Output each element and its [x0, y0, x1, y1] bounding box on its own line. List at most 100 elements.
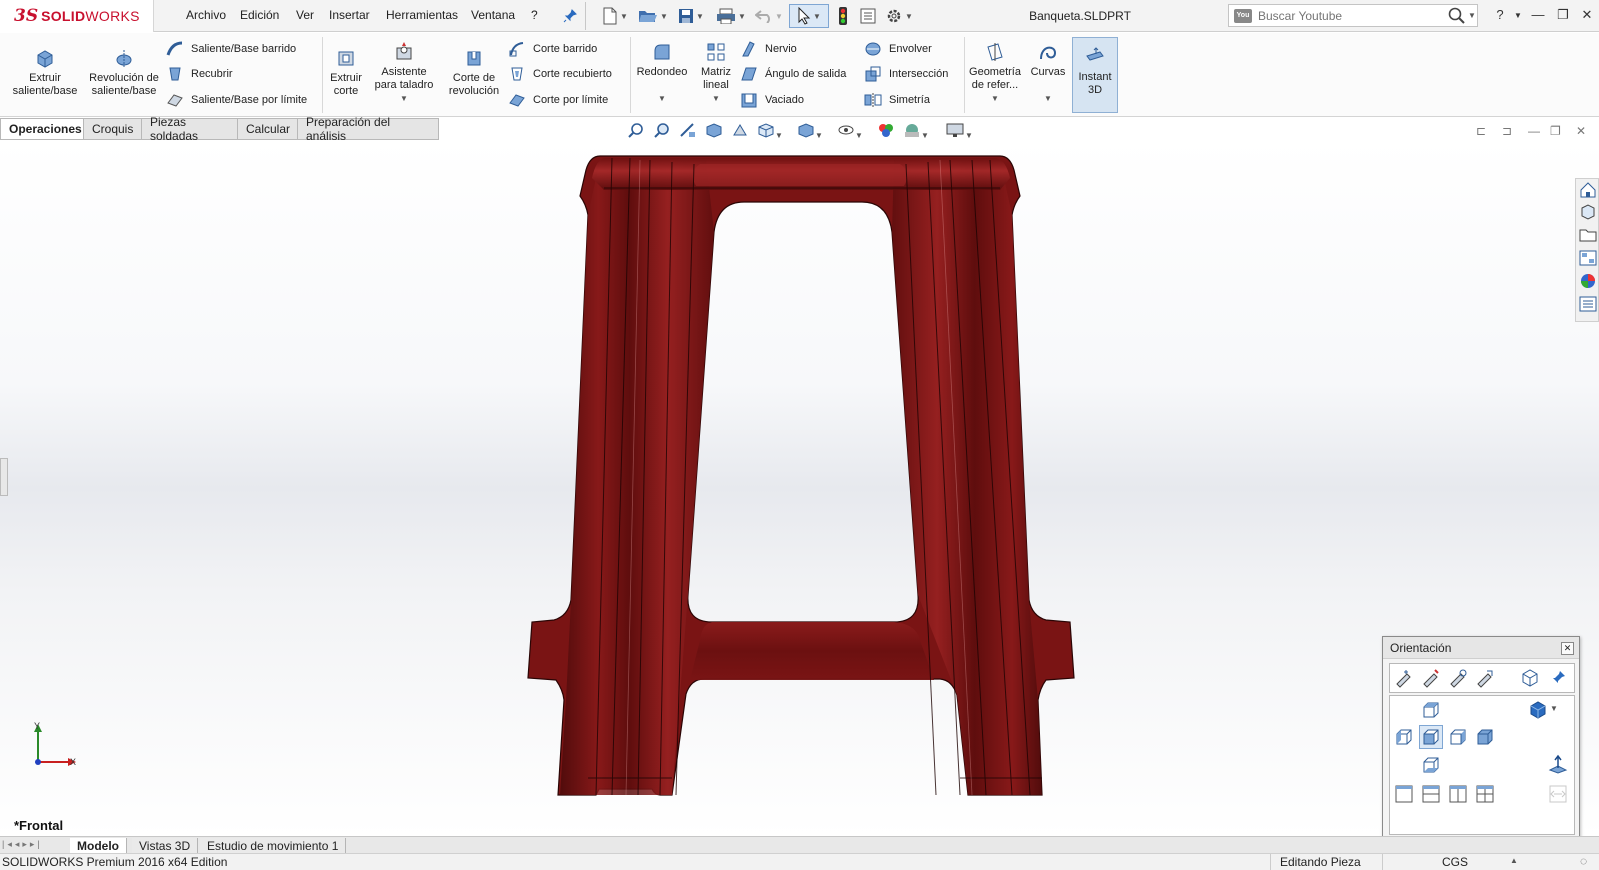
display-style-icon[interactable]: ▼ — [797, 122, 827, 140]
tab-preparacion-analisis[interactable]: Preparación del análisis — [298, 115, 439, 143]
section-view-icon[interactable] — [705, 122, 723, 138]
close-window-icon[interactable]: ✕ — [1577, 7, 1597, 23]
solidworks-resources-home-icon[interactable] — [1579, 181, 1597, 199]
four-view-icon[interactable] — [1475, 784, 1495, 804]
restore-window-icon[interactable]: ❐ — [1553, 7, 1573, 23]
tab-croquis[interactable]: Croquis — [84, 118, 142, 140]
link-view-icon[interactable] — [1475, 668, 1495, 688]
new-document-icon[interactable]: ▼ — [600, 4, 630, 28]
tab-vistas-3d[interactable]: Vistas 3D — [132, 838, 199, 853]
shell-button[interactable]: Vaciado — [740, 90, 804, 110]
menu-archivo[interactable]: Archivo — [186, 8, 226, 22]
single-view-icon[interactable] — [1394, 784, 1414, 804]
collapse-left-icon[interactable]: ⊏ — [1476, 124, 1486, 138]
design-library-icon[interactable] — [1579, 203, 1597, 221]
options-gear-icon[interactable]: ▼ — [882, 4, 916, 28]
view-palette-icon[interactable] — [1579, 249, 1597, 267]
orientation-close-icon[interactable]: ✕ — [1561, 642, 1574, 655]
curves-button[interactable]: Curvas ▼ — [1026, 41, 1070, 105]
reset-standard-views-icon[interactable] — [1448, 668, 1468, 688]
unit-system-selector[interactable]: CGS — [1442, 855, 1468, 869]
revolved-cut-button[interactable]: Corte de revolución — [440, 47, 508, 98]
collapse-right-icon[interactable]: ⊐ — [1502, 124, 1512, 138]
apply-scene-icon[interactable]: ▼ — [903, 122, 933, 140]
view-orientation-icon[interactable]: ▼ — [757, 122, 787, 140]
view-settings-monitor-icon[interactable]: ▼ — [945, 122, 981, 140]
linear-pattern-button[interactable]: Matriz lineal ▼ — [696, 41, 736, 105]
file-properties-icon[interactable] — [858, 4, 878, 28]
file-explorer-icon[interactable] — [1579, 226, 1597, 244]
view-selector-cube-icon[interactable] — [1520, 668, 1540, 688]
menu-edicion[interactable]: Edición — [240, 8, 279, 22]
tab-estudio-movimiento[interactable]: Estudio de movimiento 1 — [200, 838, 347, 853]
tab-calcular[interactable]: Calcular — [238, 118, 298, 140]
link-views-icon[interactable] — [1548, 784, 1568, 804]
menu-ventana[interactable]: Ventana — [471, 8, 515, 22]
new-view-icon[interactable] — [1394, 668, 1414, 688]
select-cursor-icon[interactable]: ▼ — [789, 4, 829, 28]
viewport-minimize-icon[interactable]: — — [1528, 124, 1540, 138]
search-dropdown-icon[interactable]: ▼ — [1468, 11, 1476, 20]
tab-piezas-soldadas[interactable]: Piezas soldadas — [142, 115, 238, 143]
view-left-icon[interactable] — [1394, 727, 1414, 747]
custom-properties-icon[interactable] — [1579, 295, 1597, 313]
fillet-button[interactable]: Redondeo ▼ — [632, 41, 692, 105]
open-folder-icon[interactable]: ▼ — [636, 4, 670, 28]
zoom-to-fit-icon[interactable] — [627, 122, 645, 138]
draft-button[interactable]: Ángulo de salida — [740, 64, 846, 84]
search-box[interactable]: You ▼ — [1228, 4, 1478, 27]
menu-help[interactable]: ? — [531, 8, 538, 22]
tab-operaciones[interactable]: Operaciones — [0, 118, 84, 140]
previous-view-icon[interactable] — [679, 122, 697, 138]
menu-herramientas[interactable]: Herramientas — [386, 8, 458, 22]
pin-icon[interactable] — [561, 4, 579, 28]
swept-boss-button[interactable]: Saliente/Base barrido — [166, 39, 296, 59]
save-icon[interactable]: ▼ — [676, 4, 706, 28]
minimize-window-icon[interactable]: — — [1528, 7, 1548, 22]
undo-icon[interactable]: ▼ — [752, 4, 786, 28]
help-icon[interactable]: ? — [1490, 7, 1510, 22]
view-front-icon[interactable] — [1419, 725, 1443, 749]
graphics-area[interactable]: Y X — [0, 140, 1599, 836]
two-view-horizontal-icon[interactable] — [1421, 784, 1441, 804]
reference-geometry-button[interactable]: Geometría de refer... ▼ — [966, 41, 1024, 105]
wrap-button[interactable]: Envolver — [864, 39, 932, 59]
normal-to-icon[interactable] — [1548, 754, 1568, 774]
tab-modelo[interactable]: Modelo — [70, 838, 127, 853]
help-dropdown-icon[interactable]: ▼ — [1508, 11, 1528, 20]
update-standard-views-icon[interactable] — [1421, 668, 1441, 688]
view-top-icon[interactable] — [1421, 700, 1441, 720]
pin-dialog-icon[interactable] — [1548, 668, 1568, 688]
extruded-cut-button[interactable]: Extruir corte — [324, 47, 368, 98]
edit-appearance-icon[interactable] — [877, 122, 895, 138]
instant3d-button[interactable]: Instant 3D — [1072, 37, 1118, 113]
two-view-vertical-icon[interactable] — [1448, 784, 1468, 804]
view-back-icon[interactable] — [1475, 727, 1495, 747]
dynamic-annotation-icon[interactable] — [731, 122, 749, 138]
print-icon[interactable]: ▼ — [714, 4, 748, 28]
zoom-to-area-icon[interactable] — [653, 122, 671, 138]
unit-system-dropdown-icon[interactable]: ▲ — [1510, 856, 1518, 865]
revolve-boss-button[interactable]: Revolución de saliente/base — [86, 47, 162, 98]
boundary-cut-button[interactable]: Corte por límite — [508, 90, 608, 110]
view-right-icon[interactable] — [1448, 727, 1468, 747]
boundary-boss-button[interactable]: Saliente/Base por límite — [166, 90, 307, 110]
status-bar-help-icon[interactable]: ◌ — [1580, 854, 1587, 868]
extrude-boss-button[interactable]: Extruir saliente/base — [6, 47, 84, 98]
intersect-button[interactable]: Intersección — [864, 64, 948, 84]
menu-ver[interactable]: Ver — [296, 8, 314, 22]
rebuild-traffic-light-icon[interactable] — [834, 4, 852, 28]
stool-part-model[interactable] — [0, 140, 1599, 836]
viewport-restore-icon[interactable]: ❐ — [1550, 124, 1561, 138]
solidworks-logo[interactable]: 3S SOLIDWORKS — [0, 0, 154, 32]
appearances-scenes-icon[interactable] — [1579, 272, 1597, 290]
viewport-close-icon[interactable]: ✕ — [1576, 124, 1586, 138]
hide-show-items-icon[interactable]: ▼ — [837, 122, 867, 140]
view-bottom-icon[interactable] — [1421, 755, 1441, 775]
hole-wizard-button[interactable]: Asistente para taladro ▼ — [372, 41, 436, 105]
lofted-boss-button[interactable]: Recubrir — [166, 64, 233, 84]
lofted-cut-button[interactable]: Corte recubierto — [508, 64, 612, 84]
swept-cut-button[interactable]: Corte barrido — [508, 39, 597, 59]
tab-scroll-arrows-icon[interactable]: |◂◂▸▸| — [2, 839, 64, 852]
rib-button[interactable]: Nervio — [740, 39, 797, 59]
